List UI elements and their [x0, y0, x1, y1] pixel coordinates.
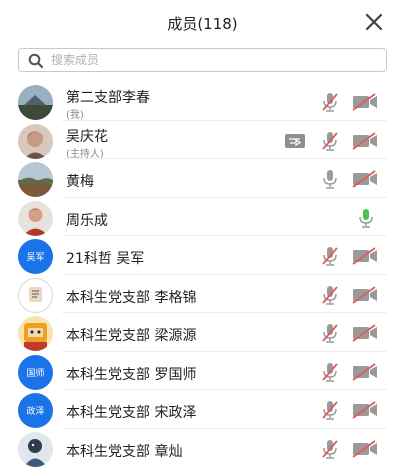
member-name: 本科生党支部 李格锦 [66, 289, 197, 306]
camera-off-icon[interactable] [351, 362, 379, 381]
member-row[interactable]: 周乐成 [0, 198, 405, 236]
mic-muted-icon[interactable] [320, 322, 340, 344]
search-input[interactable] [51, 51, 371, 69]
member-row[interactable]: 黄梅 [0, 159, 405, 198]
member-row[interactable]: 吴军 21科哲 吴军 [0, 236, 405, 275]
search-bar[interactable] [18, 48, 387, 72]
member-name: 本科生党支部 章灿 [66, 443, 183, 460]
member-name: 本科生党支部 宋政泽 [66, 405, 197, 421]
avatar [18, 277, 53, 313]
member-row[interactable]: 本科生党支部 梁源源 [0, 313, 405, 352]
member-name: 吴庆花 [66, 128, 108, 145]
close-icon[interactable] [365, 13, 383, 31]
camera-off-icon[interactable] [351, 247, 379, 265]
screen-share-icon[interactable] [284, 133, 306, 149]
header: 成员(118) [0, 0, 405, 44]
member-row[interactable]: 本科生党支部 章灿 [0, 429, 405, 468]
mic-muted-icon[interactable] [320, 284, 340, 306]
member-row[interactable]: 国师 本科生党支部 罗国师 [0, 352, 405, 390]
camera-off-icon[interactable] [351, 170, 379, 188]
member-row[interactable]: 第二支部李春 (我) [0, 82, 405, 121]
avatar [18, 85, 53, 120]
member-row[interactable]: 本科生党支部 李格锦 [0, 275, 405, 313]
mic-muted-icon[interactable] [320, 245, 340, 267]
mic-on-icon[interactable] [320, 168, 340, 190]
member-name: 黄梅 [66, 174, 94, 190]
avatar [18, 162, 53, 197]
member-list: 第二支部李春 (我) 吴庆花 (主持人) 黄梅 周乐成 吴军 21科哲 吴军 本… [0, 82, 405, 467]
camera-off-icon[interactable] [351, 285, 379, 304]
mic-muted-icon[interactable] [320, 438, 340, 460]
avatar [18, 316, 53, 351]
member-name: 21科哲 吴军 [66, 251, 145, 267]
avatar: 国师 [18, 354, 53, 390]
member-row[interactable]: 政泽 本科生党支部 宋政泽 [0, 390, 405, 429]
avatar: 吴军 [18, 239, 53, 274]
camera-off-icon[interactable] [351, 439, 379, 458]
camera-off-icon[interactable] [351, 324, 379, 342]
member-name: 周乐成 [66, 212, 108, 229]
camera-off-icon[interactable] [351, 93, 379, 111]
avatar [18, 123, 53, 159]
mic-muted-icon[interactable] [320, 91, 340, 113]
avatar [18, 431, 53, 467]
mic-speaking-icon[interactable] [356, 207, 376, 229]
member-name: 本科生党支部 罗国师 [66, 366, 197, 383]
camera-off-icon[interactable] [351, 131, 379, 150]
member-name: 本科生党支部 梁源源 [66, 328, 197, 344]
mic-muted-icon[interactable] [320, 130, 340, 152]
member-name: 第二支部李春 [66, 90, 150, 106]
search-icon [28, 53, 44, 69]
avatar [18, 200, 53, 236]
camera-off-icon[interactable] [351, 401, 379, 419]
page-title: 成员(118) [167, 15, 238, 33]
mic-muted-icon[interactable] [320, 361, 340, 383]
member-row[interactable]: 吴庆花 (主持人) [0, 121, 405, 160]
avatar: 政泽 [18, 393, 53, 428]
mic-muted-icon[interactable] [320, 399, 340, 421]
